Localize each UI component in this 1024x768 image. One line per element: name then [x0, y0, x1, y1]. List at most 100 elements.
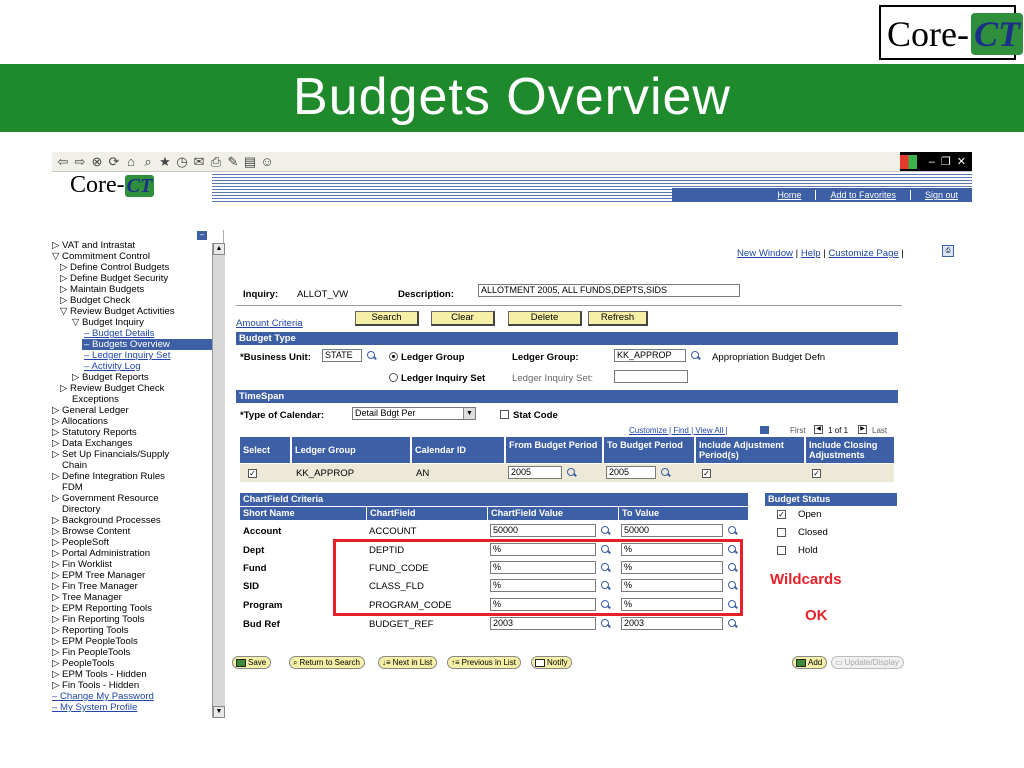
- nav-reporting-tools[interactable]: ▷ Reporting Tools: [52, 625, 129, 636]
- status-hold-checkbox[interactable]: [777, 546, 786, 555]
- restore-icon[interactable]: ❐: [941, 155, 951, 168]
- home-icon[interactable]: ⌂: [124, 154, 138, 169]
- close-icon[interactable]: ✕: [957, 155, 966, 168]
- grid-first[interactable]: First: [790, 426, 806, 435]
- nav-define-budget-security[interactable]: ▷ Define Budget Security: [60, 273, 168, 284]
- to-period-input[interactable]: 2005: [606, 466, 656, 479]
- nav-epm-tree-manager[interactable]: ▷ EPM Tree Manager: [52, 570, 145, 581]
- print-icon[interactable]: ⎙: [209, 154, 223, 170]
- cf-value-account[interactable]: 50000: [490, 524, 596, 537]
- nav-define-control-budgets[interactable]: ▷ Define Control Budgets: [60, 262, 169, 273]
- nav-change-my-password[interactable]: – Change My Password: [52, 691, 154, 702]
- previous-in-list-button[interactable]: ↑≡ Previous in List: [447, 656, 521, 669]
- cf-to-lookup-icon[interactable]: [727, 618, 738, 629]
- nav-data-exchanges[interactable]: ▷ Data Exchanges: [52, 438, 132, 449]
- nav-general-ledger[interactable]: ▷ General Ledger: [52, 405, 129, 416]
- add-button[interactable]: Add: [792, 656, 828, 669]
- nav-peopletools[interactable]: ▷ PeopleTools: [52, 658, 114, 669]
- cf-to-budref[interactable]: 2003: [621, 617, 723, 630]
- nav-epm-reporting-tools[interactable]: ▷ EPM Reporting Tools: [52, 603, 152, 614]
- minimize-icon[interactable]: –: [929, 156, 935, 168]
- discuss-icon[interactable]: ▤: [243, 154, 257, 170]
- left-menu-scrollbar[interactable]: ▲ ▼: [212, 243, 225, 718]
- print-page-icon[interactable]: ⎙: [942, 245, 954, 257]
- nav-directory[interactable]: Directory: [62, 504, 100, 515]
- nav-government-resource[interactable]: ▷ Government Resource: [52, 493, 159, 504]
- nav-fin-tree-manager[interactable]: ▷ Fin Tree Manager: [52, 581, 138, 592]
- favorites-icon[interactable]: ★: [158, 154, 172, 170]
- collapse-menu-icon[interactable]: –: [197, 231, 207, 240]
- return-to-search-button[interactable]: ⌕ Return to Search: [289, 656, 365, 669]
- grid-last[interactable]: Last: [872, 426, 887, 435]
- include-adjustment-checkbox[interactable]: ✓: [702, 469, 711, 478]
- status-open-checkbox[interactable]: ✓: [777, 510, 786, 519]
- grid-links[interactable]: Customize | Find | View All |: [629, 426, 728, 435]
- customize-page-link[interactable]: Customize Page: [828, 248, 898, 259]
- delete-button[interactable]: Delete: [508, 311, 582, 326]
- nav-background-processes[interactable]: ▷ Background Processes: [52, 515, 161, 526]
- nav-portal-administration[interactable]: ▷ Portal Administration: [52, 548, 150, 559]
- nav-tree-manager[interactable]: ▷ Tree Manager: [52, 592, 122, 603]
- to-period-lookup-icon[interactable]: [660, 467, 671, 478]
- chevron-down-icon[interactable]: ▼: [463, 408, 475, 419]
- refresh-button[interactable]: Refresh: [588, 311, 648, 326]
- nav-ledger-inquiry-set[interactable]: – Ledger Inquiry Set: [84, 350, 170, 361]
- nav-budget-reports[interactable]: ▷ Budget Reports: [72, 372, 149, 383]
- scroll-down-icon[interactable]: ▼: [213, 706, 225, 718]
- next-row-icon[interactable]: ▶: [858, 425, 867, 434]
- sign-out-link[interactable]: Sign out: [909, 190, 972, 200]
- ledger-group-lookup-icon[interactable]: [690, 350, 701, 361]
- business-unit-lookup-icon[interactable]: [366, 350, 377, 361]
- history-icon[interactable]: ◷: [175, 154, 189, 170]
- notify-button[interactable]: Notify: [531, 656, 573, 669]
- grid-customize-links[interactable]: Customize | Find | View All |: [629, 426, 728, 435]
- row-select-checkbox[interactable]: ✓: [248, 469, 257, 478]
- next-in-list-button[interactable]: ↓≡ Next in List: [378, 656, 438, 669]
- nav-define-integration-rules[interactable]: ▷ Define Integration Rules: [52, 471, 165, 482]
- help-link[interactable]: Help: [801, 248, 821, 259]
- business-unit-input[interactable]: STATE: [322, 349, 362, 362]
- cf-to-account[interactable]: 50000: [621, 524, 723, 537]
- stat-code-checkbox[interactable]: [500, 410, 509, 419]
- nav-chain[interactable]: Chain: [62, 460, 87, 471]
- nav-vat[interactable]: ▷ VAT and Intrastat: [52, 240, 135, 251]
- ledger-group-input[interactable]: KK_APPROP: [614, 349, 686, 362]
- clear-button[interactable]: Clear: [431, 311, 495, 326]
- nav-fin-worklist[interactable]: ▷ Fin Worklist: [52, 559, 112, 570]
- nav-fin-tools-hidden[interactable]: ▷ Fin Tools - Hidden: [52, 680, 139, 691]
- add-to-favorites-link[interactable]: Add to Favorites: [815, 190, 910, 200]
- grid-icon[interactable]: [760, 426, 769, 434]
- ledger-inquiry-set-input[interactable]: [614, 370, 688, 383]
- previous-row-icon[interactable]: ◀: [814, 425, 823, 434]
- include-closing-checkbox[interactable]: ✓: [812, 469, 821, 478]
- nav-allocations[interactable]: ▷ Allocations: [52, 416, 108, 427]
- search-icon[interactable]: ⌕: [141, 154, 155, 170]
- nav-budget-inquiry[interactable]: ▽ Budget Inquiry: [72, 317, 144, 328]
- search-button[interactable]: Search: [355, 311, 419, 326]
- nav-fdm[interactable]: FDM: [62, 482, 83, 493]
- cf-to-lookup-icon[interactable]: [727, 525, 738, 536]
- nav-budgets-overview[interactable]: – Budgets Overview: [82, 339, 212, 350]
- status-closed-checkbox[interactable]: [777, 528, 786, 537]
- nav-review-budget-check[interactable]: ▷ Review Budget Check: [60, 383, 164, 394]
- from-period-input[interactable]: 2005: [508, 466, 562, 479]
- nav-epm-peopletools[interactable]: ▷ EPM PeopleTools: [52, 636, 138, 647]
- description-input[interactable]: ALLOTMENT 2005, ALL FUNDS,DEPTS,SIDS: [478, 284, 740, 297]
- ledger-inquiry-set-radio[interactable]: [389, 373, 398, 382]
- nav-budget-details[interactable]: – Budget Details: [84, 328, 154, 339]
- save-button[interactable]: Save: [232, 656, 272, 669]
- nav-statutory-reports[interactable]: ▷ Statutory Reports: [52, 427, 137, 438]
- stop-icon[interactable]: ⊗: [90, 154, 104, 170]
- cf-value-lookup-icon[interactable]: [600, 525, 611, 536]
- nav-browse-content[interactable]: ▷ Browse Content: [52, 526, 130, 537]
- home-link[interactable]: Home: [763, 190, 815, 200]
- new-window-link[interactable]: New Window: [737, 248, 793, 259]
- from-period-lookup-icon[interactable]: [566, 467, 577, 478]
- nav-budget-check[interactable]: ▷ Budget Check: [60, 295, 130, 306]
- mail-icon[interactable]: ✉: [192, 154, 206, 170]
- nav-commitment-control[interactable]: ▽ Commitment Control: [52, 251, 150, 262]
- forward-icon[interactable]: ⇨: [73, 154, 87, 170]
- scroll-up-icon[interactable]: ▲: [213, 243, 225, 255]
- nav-fin-reporting-tools[interactable]: ▷ Fin Reporting Tools: [52, 614, 145, 625]
- nav-fin-peopletools[interactable]: ▷ Fin PeopleTools: [52, 647, 130, 658]
